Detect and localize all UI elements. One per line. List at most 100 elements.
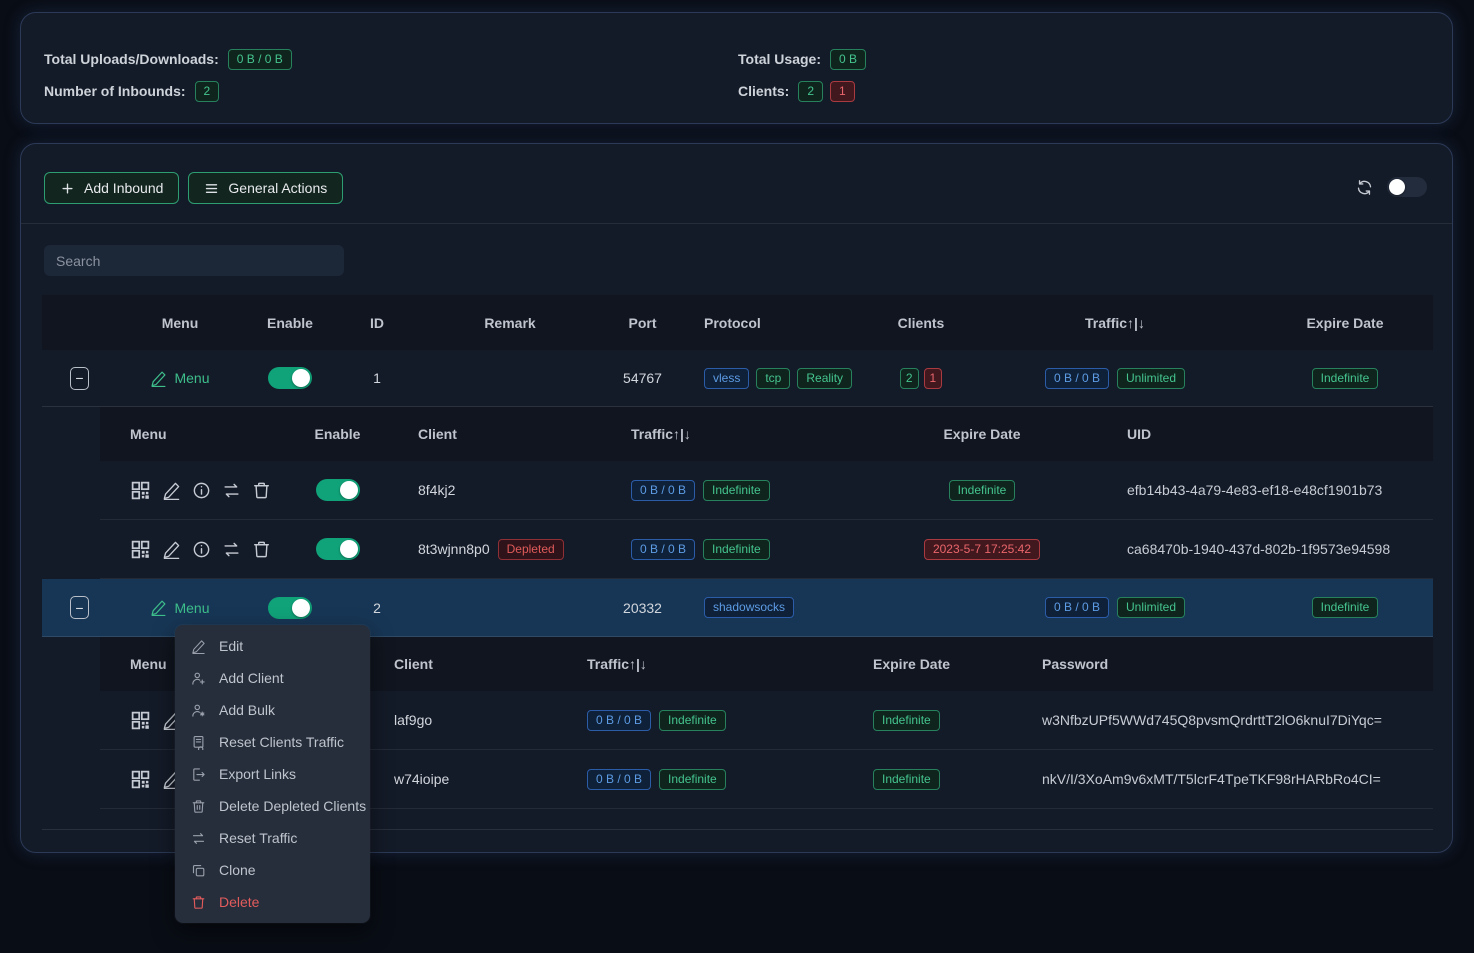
client-uid: efb14b43-4a79-4e83-ef18-e48cf1901b73 [1094,482,1433,498]
inbound-menu-link[interactable]: Menu [150,599,209,616]
trash-lines-icon [191,799,206,814]
traffic-badge: 0 B / 0 B [587,710,651,731]
menu-item-label: Add Bulk [219,702,275,718]
client-name: 8t3wjnn8p0 [418,541,490,557]
general-actions-button[interactable]: General Actions [188,172,343,204]
column-header-port: Port [603,315,682,331]
qr-code-icon[interactable] [130,539,151,560]
expire-badge: Indefinite [873,710,940,731]
add-inbound-label: Add Inbound [84,180,163,196]
menu-item-delete[interactable]: Delete [175,886,370,918]
depleted-status-badge: Depleted [498,539,564,560]
stat-badge: 2 [195,81,220,102]
toggle-knob [340,540,358,558]
client-name: 8f4kj2 [385,482,615,498]
clone-icon [191,863,206,878]
client-password: nkV/I/3XoAm9v6xMT/T5lcrF4TpeTKF98rHARbRo… [1030,771,1433,787]
inbound-context-menu: Edit Add Client Add Bulk Reset Clients T… [175,625,370,923]
menu-item-label: Edit [219,638,243,654]
qr-code-icon[interactable] [130,769,151,790]
column-header-traffic-sort[interactable]: Traffic↑|↓ [615,426,870,442]
column-header-traffic-sort[interactable]: Traffic↑|↓ [575,656,855,672]
edit-client-icon[interactable] [162,481,181,500]
stat-total-uploads: Total Uploads/Downloads: 0 B / 0 B [44,47,292,71]
auto-refresh-toggle[interactable] [1387,177,1427,197]
edit-pencil-icon [150,599,167,616]
client-table-vless: Menu Enable Client Traffic↑|↓ Expire Dat… [100,407,1433,579]
edit-client-icon[interactable] [162,540,181,559]
menu-item-edit[interactable]: Edit [175,630,370,662]
column-header-menu: Menu [117,315,243,331]
client-row: 8t3wjnn8p0 Depleted 0 B / 0 B Indefinite… [100,520,1433,579]
client-enable-toggle[interactable] [316,479,360,501]
expire-badge: Indefinite [873,769,940,790]
menu-link-label: Menu [174,370,209,386]
column-header-id: ID [337,315,417,331]
table-header-row: Menu Enable ID Remark Port Protocol Clie… [42,295,1433,350]
toggle-knob [292,369,310,387]
toggle-knob [292,599,310,617]
inbound-enable-toggle[interactable] [268,367,312,389]
trash-icon [191,895,206,910]
menu-item-reset-clients-traffic[interactable]: Reset Clients Traffic [175,726,370,758]
menu-item-add-bulk[interactable]: Add Bulk [175,694,370,726]
column-header-expire-date: Expire Date [870,426,1094,442]
inbound-enable-toggle[interactable] [268,597,312,619]
traffic-limit-badge: Unlimited [1117,597,1185,618]
column-header-password: Password [1030,656,1433,672]
info-icon[interactable] [192,481,211,500]
stat-label: Total Usage: [738,51,821,67]
menu-item-export-links[interactable]: Export Links [175,758,370,790]
column-header-protocol: Protocol [682,315,870,331]
delete-client-icon[interactable] [252,540,271,559]
export-icon [191,767,206,782]
info-icon[interactable] [192,540,211,559]
delete-client-icon[interactable] [252,481,271,500]
menu-item-delete-depleted-clients[interactable]: Delete Depleted Clients [175,790,370,822]
traffic-limit-badge: Indefinite [703,539,770,560]
client-enable-toggle[interactable] [316,538,360,560]
inbound-port: 20332 [603,600,682,616]
client-password: w3NfbzUPf5WWd745Q8pvsmQrdrttT2lO6knuI7Di… [1030,712,1433,728]
menu-item-label: Reset Traffic [219,830,297,846]
search-input[interactable] [44,245,344,276]
inbound-id: 1 [337,370,417,386]
stat-badge: 0 B / 0 B [228,49,292,70]
document-icon [191,735,206,750]
menu-item-add-client[interactable]: Add Client [175,662,370,694]
column-header-expire-date: Expire Date [855,656,1030,672]
column-header-remark: Remark [417,315,603,331]
stat-number-inbounds: Number of Inbounds: 2 [44,79,219,103]
traffic-limit-badge: Unlimited [1117,368,1185,389]
menu-item-clone[interactable]: Clone [175,854,370,886]
menu-item-label: Add Client [219,670,284,686]
reset-traffic-icon[interactable] [222,481,241,500]
general-actions-label: General Actions [228,180,327,196]
reset-traffic-icon[interactable] [222,540,241,559]
qr-code-icon[interactable] [130,710,151,731]
stat-clients: Clients: 2 1 [738,79,855,103]
security-badge: Reality [797,368,852,389]
column-header-traffic-sort[interactable]: Traffic↑|↓ [972,315,1258,331]
add-inbound-button[interactable]: Add Inbound [44,172,179,204]
menu-item-label: Export Links [219,766,296,782]
client-name: laf9go [385,712,575,728]
traffic-badge: 0 B / 0 B [631,539,695,560]
client-actions [130,480,271,501]
client-uid: ca68470b-1940-437d-802b-1f9573e94598 [1094,541,1433,557]
refresh-icon[interactable] [1356,179,1373,196]
user-plus-icon [191,671,206,686]
collapse-row-button[interactable]: − [70,596,89,619]
expire-badge: Indefinite [949,480,1016,501]
stat-badge-depleted-clients: 1 [830,81,855,102]
menu-item-reset-traffic[interactable]: Reset Traffic [175,822,370,854]
stat-badge: 0 B [830,49,866,70]
qr-code-icon[interactable] [130,480,151,501]
clients-active-badge: 2 [900,368,919,389]
transport-badge: tcp [756,368,790,389]
traffic-badge: 0 B / 0 B [1045,597,1109,618]
stat-total-usage: Total Usage: 0 B [738,47,866,71]
protocol-badge: vless [704,368,749,389]
collapse-row-button[interactable]: − [70,367,89,390]
inbound-menu-link[interactable]: Menu [150,370,209,387]
